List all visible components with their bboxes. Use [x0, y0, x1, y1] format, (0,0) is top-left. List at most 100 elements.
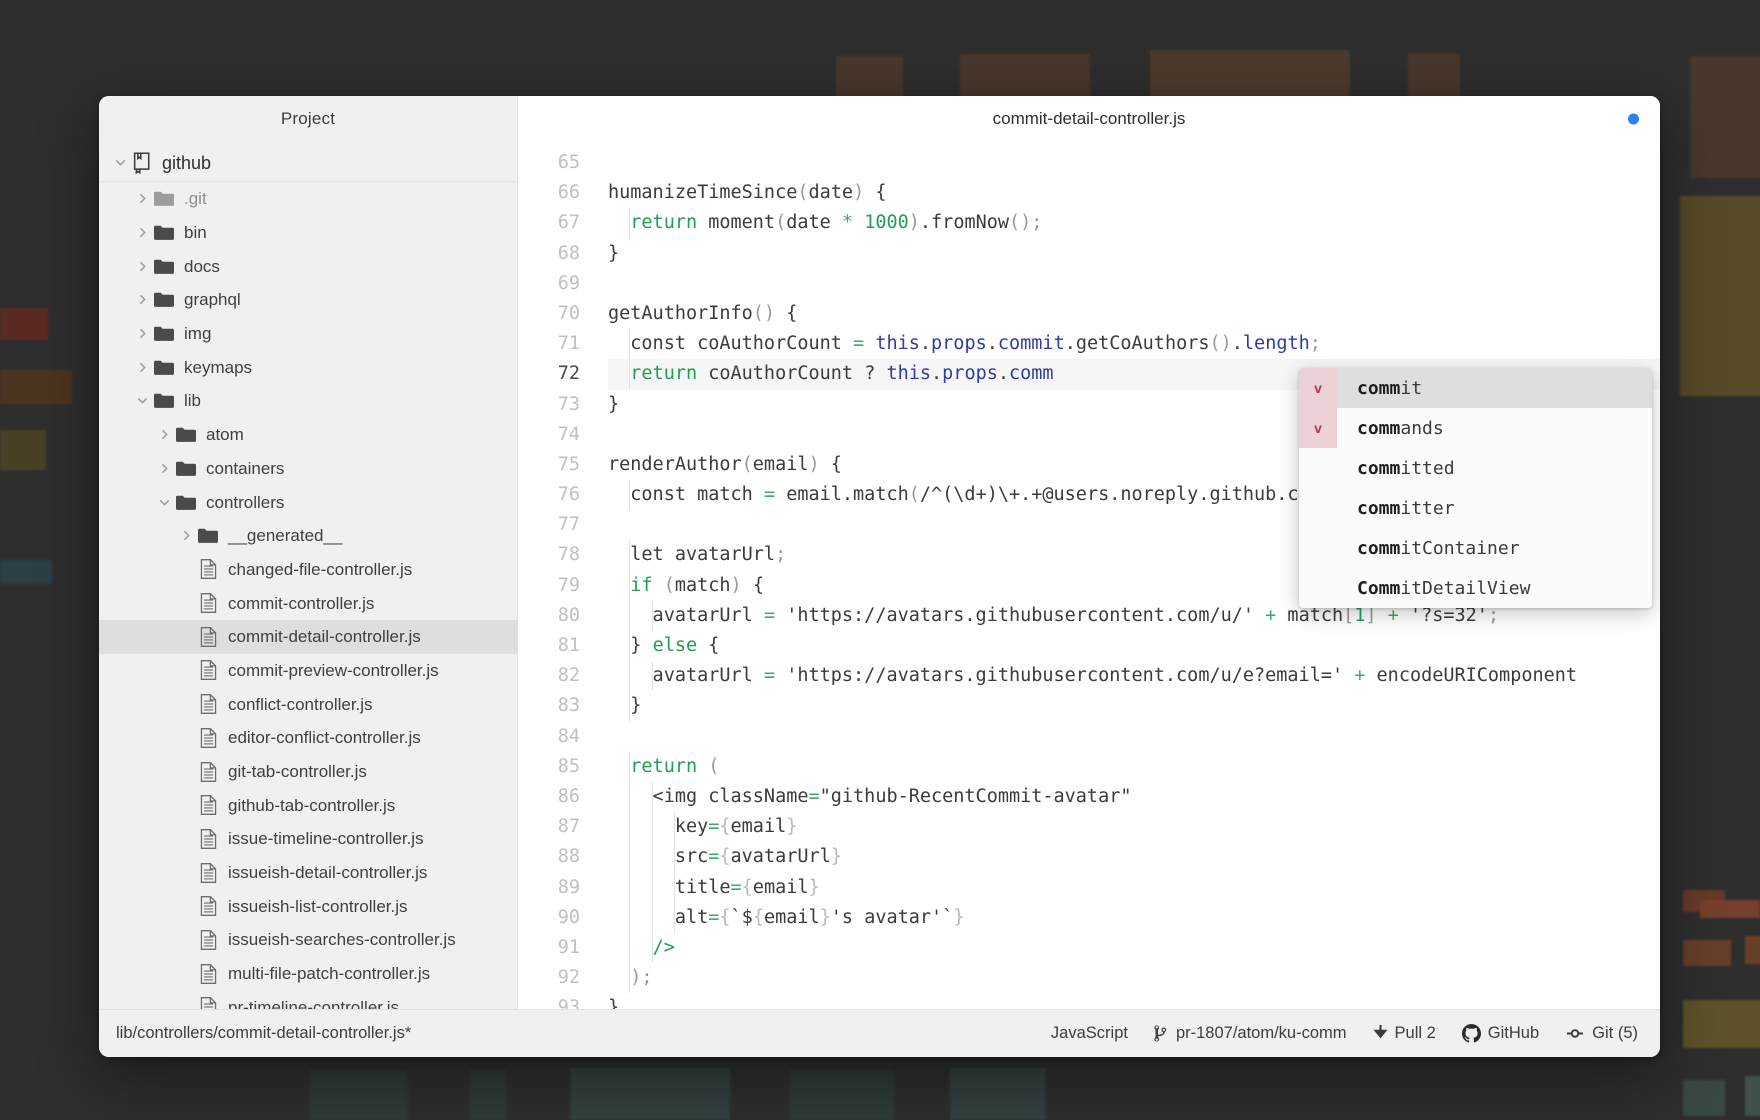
code-line[interactable]: return moment(date * 1000).fromNow(); [608, 208, 1660, 239]
tree-folder-bin[interactable]: bin [99, 216, 517, 250]
chevron-right-icon[interactable] [155, 429, 173, 440]
code-line[interactable]: } [608, 691, 1660, 722]
tree-folder-controllers[interactable]: controllers [99, 485, 517, 519]
status-pull[interactable]: Pull 2 [1372, 1024, 1436, 1043]
tree-folder-generated[interactable]: __generated__ [99, 519, 517, 553]
code-token: avatarUrl [608, 604, 764, 626]
indent-guide [673, 872, 675, 903]
code-token: () [752, 302, 776, 324]
code-line[interactable]: ); [608, 963, 1660, 994]
tree-file-conflict-controller-js[interactable]: conflict-controller.js [99, 687, 517, 721]
autocomplete-item-committed[interactable]: committed [1299, 448, 1652, 488]
tree-file-multi-file-patch-controller-js[interactable]: multi-file-patch-controller.js [99, 957, 517, 991]
folder-icon [173, 460, 199, 477]
autocomplete-item-commands[interactable]: v commands [1299, 408, 1652, 448]
code-line[interactable]: key={email} [608, 812, 1660, 843]
branch-icon [1154, 1024, 1169, 1043]
tree-folder-img[interactable]: img [99, 317, 517, 351]
line-number: 86 [557, 785, 580, 807]
code-line[interactable]: <img className="github-RecentCommit-avat… [608, 781, 1660, 813]
chevron-down-icon[interactable] [133, 395, 151, 406]
code-token: () [1209, 333, 1232, 355]
code-line[interactable]: src={avatarUrl} [608, 842, 1660, 873]
file-icon [195, 896, 221, 917]
tree-folder-git[interactable]: .git [99, 182, 517, 216]
chevron-right-icon[interactable] [133, 261, 151, 272]
code-line[interactable] [608, 269, 1660, 299]
tree-file-commit-detail-controller-js[interactable]: commit-detail-controller.js [99, 619, 517, 654]
tree-file-git-tab-controller-js[interactable]: git-tab-controller.js [99, 755, 517, 789]
chevron-right-icon[interactable] [177, 530, 195, 541]
tree-folder-lib[interactable]: lib [99, 384, 517, 418]
tree-folder-containers[interactable]: containers [99, 452, 517, 486]
tree-folder-keymaps[interactable]: keymaps [99, 350, 517, 384]
code-line[interactable]: const coAuthorCount = this.props.commit.… [608, 329, 1660, 360]
tree-file-issueish-searches-controller-js[interactable]: issueish-searches-controller.js [99, 923, 517, 957]
chevron-right-icon[interactable] [133, 328, 151, 339]
code-line[interactable]: humanizeTimeSince(date) { [608, 178, 1660, 208]
tree-item-label: commit-preview-controller.js [228, 660, 439, 680]
code-token: . [1231, 333, 1243, 355]
tab-commit-detail-controller[interactable]: commit-detail-controller.js [993, 109, 1186, 129]
project-tree[interactable]: github .git bin docs graphql img keymaps lib ato… [99, 142, 517, 1009]
tree-folder-atom[interactable]: atom [99, 418, 517, 452]
tree-root-github[interactable]: github [99, 144, 517, 182]
status-git[interactable]: Git (5) [1565, 1024, 1638, 1043]
code-line[interactable]: getAuthorInfo() { [608, 299, 1660, 329]
code-line[interactable]: alt={`${email}'s avatar'`} [608, 902, 1660, 933]
tree-item-label: pr-timeline-controller.js [228, 997, 399, 1009]
code-token: } [608, 997, 620, 1009]
chevron-right-icon[interactable] [133, 294, 151, 305]
chevron-down-icon[interactable] [111, 157, 129, 168]
code-line[interactable] [608, 722, 1660, 752]
code-line[interactable]: title={email} [608, 872, 1660, 903]
chevron-right-icon[interactable] [133, 227, 151, 238]
autocomplete-popup[interactable]: v commit v commands committed committer commit… [1299, 368, 1652, 608]
tree-file-issueish-detail-controller-js[interactable]: issueish-detail-controller.js [99, 856, 517, 890]
tree-folder-graphql[interactable]: graphql [99, 283, 517, 317]
indent-guide [629, 902, 631, 933]
code-line[interactable]: /> [608, 932, 1660, 964]
indent-guide [629, 932, 631, 964]
indent-guide [651, 842, 653, 873]
code-token: * [841, 212, 854, 234]
tree-file-changed-file-controller-js[interactable]: changed-file-controller.js [99, 553, 517, 587]
desktop-shape [310, 1070, 408, 1120]
tree-file-commit-preview-controller-js[interactable]: commit-preview-controller.js [99, 654, 517, 688]
chevron-right-icon[interactable] [133, 193, 151, 204]
code-token: return [630, 755, 698, 777]
code-line[interactable]: } else { [608, 631, 1660, 662]
code-line[interactable]: } [608, 239, 1660, 269]
chevron-down-icon[interactable] [155, 497, 173, 508]
indent-guide [673, 902, 675, 933]
chevron-right-icon[interactable] [155, 463, 173, 474]
folder-icon [151, 224, 177, 241]
status-branch[interactable]: pr-1807/atom/ku-comm [1154, 1024, 1347, 1043]
tree-file-pr-timeline-controller-js[interactable]: pr-timeline-controller.js [99, 991, 517, 1009]
tree-file-editor-conflict-controller-js[interactable]: editor-conflict-controller.js [99, 721, 517, 755]
tree-file-issue-timeline-controller-js[interactable]: issue-timeline-controller.js [99, 822, 517, 856]
autocomplete-item-commit[interactable]: v commit [1299, 368, 1652, 408]
tree-item-label: bin [184, 223, 207, 243]
tree-file-commit-controller-js[interactable]: commit-controller.js [99, 586, 517, 620]
code-line[interactable]: } [608, 993, 1660, 1009]
autocomplete-item-commitdetailview[interactable]: CommitDetailView [1299, 568, 1652, 608]
autocomplete-item-commitcontainer[interactable]: commitContainer [1299, 528, 1652, 568]
code-token: email [763, 906, 820, 928]
chevron-right-icon[interactable] [133, 362, 151, 373]
code-token: ( [741, 453, 753, 475]
code-line[interactable]: return ( [608, 751, 1660, 782]
file-icon [195, 727, 221, 748]
status-grammar[interactable]: JavaScript [1051, 1024, 1128, 1043]
code-token: .getCoAuthors [1064, 333, 1210, 355]
status-github[interactable]: GitHub [1461, 1024, 1539, 1043]
autocomplete-item-committer[interactable]: committer [1299, 488, 1652, 528]
code-line[interactable]: avatarUrl = 'https://avatars.githubuserc… [608, 661, 1660, 692]
tree-folder-docs[interactable]: docs [99, 249, 517, 283]
tree-file-issueish-list-controller-js[interactable]: issueish-list-controller.js [99, 889, 517, 923]
code-line[interactable] [608, 148, 1660, 178]
line-number: 85 [557, 755, 580, 777]
line-number: 81 [557, 635, 580, 656]
tree-file-github-tab-controller-js[interactable]: github-tab-controller.js [99, 788, 517, 822]
